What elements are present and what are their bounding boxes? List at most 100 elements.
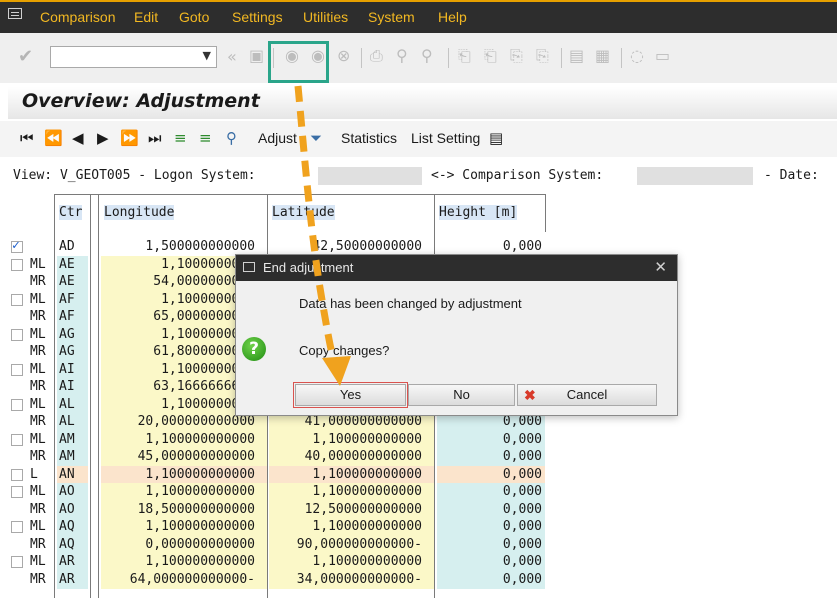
adjust-button[interactable]: Adjust (258, 130, 297, 146)
cell-ctr: AO (57, 483, 88, 501)
table-row[interactable]: ML AO 1,100000000000 1,100000000000 0,000 (0, 483, 837, 501)
row-role: MR (30, 414, 46, 429)
column-header-ctr[interactable]: Ctr (56, 202, 90, 224)
table-row[interactable]: ML AM 1,100000000000 1,100000000000 0,000 (0, 430, 837, 449)
sort-ascending-icon[interactable]: ≡ (174, 129, 187, 147)
row-role: ML (30, 554, 46, 569)
cancel-button[interactable]: ✖ Cancel (517, 384, 657, 406)
next-entry-icon[interactable]: ▶ (97, 129, 109, 147)
system-menu-icon[interactable] (8, 8, 22, 19)
previous-entry-icon[interactable]: ◀ (72, 129, 84, 147)
create-session-icon[interactable]: ▤ (569, 46, 584, 65)
find-next-icon[interactable]: ⚲ (421, 46, 433, 65)
table-row[interactable]: MR AR 64,000000000000- 34,000000000000- 0,00… (0, 570, 837, 589)
redacted-logon-system (318, 167, 422, 185)
cell-latitude: 34,000000000000- (269, 570, 434, 589)
collapse-toolbar-icon[interactable]: « (227, 47, 237, 66)
help-icon[interactable]: ◌ (630, 46, 644, 65)
table-row[interactable]: ML AR 1,100000000000 1,100000000000 0,000 (0, 553, 837, 571)
find-icon[interactable]: ⚲ (226, 129, 237, 147)
cell-ctr: AL (57, 395, 88, 414)
cell-ctr: AN (57, 465, 88, 484)
save-icon[interactable]: ▣ (249, 46, 264, 65)
row-select-checkbox[interactable] (11, 363, 23, 376)
menu-system[interactable]: System (368, 9, 415, 25)
column-header-height[interactable]: Height [m] (436, 202, 544, 224)
table-row[interactable]: MR AQ 0,000000000000 90,000000000000- 0,000 (0, 535, 837, 554)
dialog-question: Copy changes? (299, 343, 390, 358)
last-page-icon[interactable]: ⎘ (536, 46, 549, 66)
last-entry-icon[interactable]: ⏭ (148, 129, 162, 147)
row-select-checkbox[interactable] (11, 398, 23, 411)
previous-screen-icon[interactable]: ⏪ (44, 129, 63, 147)
cell-height: 0,000 (437, 430, 545, 449)
list-settings-icon[interactable]: ▤ (489, 129, 503, 147)
table-row[interactable]: MR AM 45,000000000000 40,000000000000 0,000 (0, 448, 837, 466)
row-select-checkbox[interactable] (11, 556, 23, 568)
cell-longitude: 45,000000000000 (101, 448, 267, 466)
menu-edit[interactable]: Edit (134, 9, 158, 25)
application-toolbar: ⏮ ⏪ ◀ ▶ ⏩ ⏭ ≡ ≡ ⚲ Adjust ⏷ Statistics Li… (0, 121, 837, 157)
print-icon[interactable]: ⎙ (370, 46, 383, 66)
cancel-icon[interactable]: ⊗ (337, 46, 350, 65)
next-page-icon[interactable]: ⎘ (510, 46, 523, 66)
first-entry-icon[interactable]: ⏮ (20, 129, 34, 147)
row-select-checkbox[interactable] (11, 238, 23, 253)
cell-ctr: AR (57, 570, 88, 589)
first-page-icon[interactable]: ⎗ (458, 46, 471, 66)
cell-latitude: 1,100000000000 (269, 465, 434, 484)
cell-ctr: AE (57, 273, 88, 291)
table-row[interactable]: ML AQ 1,100000000000 1,100000000000 0,000 (0, 518, 837, 536)
row-select-checkbox[interactable] (11, 433, 23, 446)
row-select-checkbox[interactable] (11, 521, 23, 533)
menu-goto[interactable]: Goto (179, 9, 209, 25)
table-row[interactable]: L AN 1,100000000000 1,100000000000 0,000 (0, 465, 837, 484)
funnel-icon[interactable]: ⏷ (310, 129, 322, 147)
row-role: ML (30, 431, 46, 447)
no-button[interactable]: No (408, 384, 515, 406)
row-role: MR (30, 501, 46, 517)
cell-latitude: 1,100000000000 (269, 430, 434, 449)
comparison-info-text: <-> Comparison System: (431, 168, 604, 183)
title-bar: Overview: Adjustment (8, 87, 837, 119)
previous-page-icon[interactable]: ⎗ (484, 46, 497, 66)
row-role: ML (30, 326, 46, 342)
statistics-button[interactable]: Statistics (341, 130, 397, 146)
menu-help[interactable]: Help (438, 9, 467, 25)
enter-check-icon[interactable]: ✔ (18, 46, 33, 67)
next-screen-icon[interactable]: ⏩ (120, 129, 139, 147)
close-icon[interactable]: ✕ (654, 258, 667, 276)
toolbar-separator (448, 48, 449, 68)
table-row[interactable]: MR AO 18,500000000000 12,500000000000 0,000 (0, 500, 837, 519)
column-header-longitude[interactable]: Longitude (101, 202, 265, 224)
dialog-title-bar: End adjustment ✕ (236, 255, 677, 281)
row-select-checkbox[interactable] (11, 258, 23, 271)
cell-longitude: 0,000000000000 (101, 535, 267, 554)
layout-menu-icon[interactable]: ▭ (655, 46, 670, 65)
menu-comparison[interactable]: Comparison (40, 9, 115, 25)
redacted-comparison-system (637, 167, 753, 185)
row-select-checkbox[interactable] (11, 468, 23, 481)
filter-icon[interactable]: ≡ (199, 129, 212, 147)
cell-ctr: AD (57, 238, 88, 256)
row-role: ML (30, 256, 46, 272)
row-select-checkbox[interactable] (11, 328, 23, 341)
menu-utilities[interactable]: Utilities (303, 9, 348, 25)
dialog-window-icon (243, 262, 255, 272)
cell-latitude: 1,100000000000 (269, 553, 434, 571)
command-field[interactable]: ▼ (50, 46, 217, 68)
chevron-down-icon[interactable]: ▼ (203, 49, 211, 62)
row-select-checkbox[interactable] (11, 293, 23, 306)
cell-longitude: 1,100000000000 (101, 483, 267, 501)
find-icon[interactable]: ⚲ (396, 46, 408, 65)
row-role: ML (30, 291, 46, 307)
column-header-latitude[interactable]: Latitude (269, 202, 433, 224)
row-role: MR (30, 344, 46, 359)
row-role: MR (30, 274, 46, 289)
row-select-checkbox[interactable] (11, 486, 23, 498)
yes-button[interactable]: Yes (295, 384, 406, 406)
list-setting-button[interactable]: List Setting (411, 130, 480, 146)
shortcut-icon[interactable]: ▦ (595, 46, 610, 65)
row-role: MR (30, 379, 46, 394)
menu-settings[interactable]: Settings (232, 9, 283, 25)
